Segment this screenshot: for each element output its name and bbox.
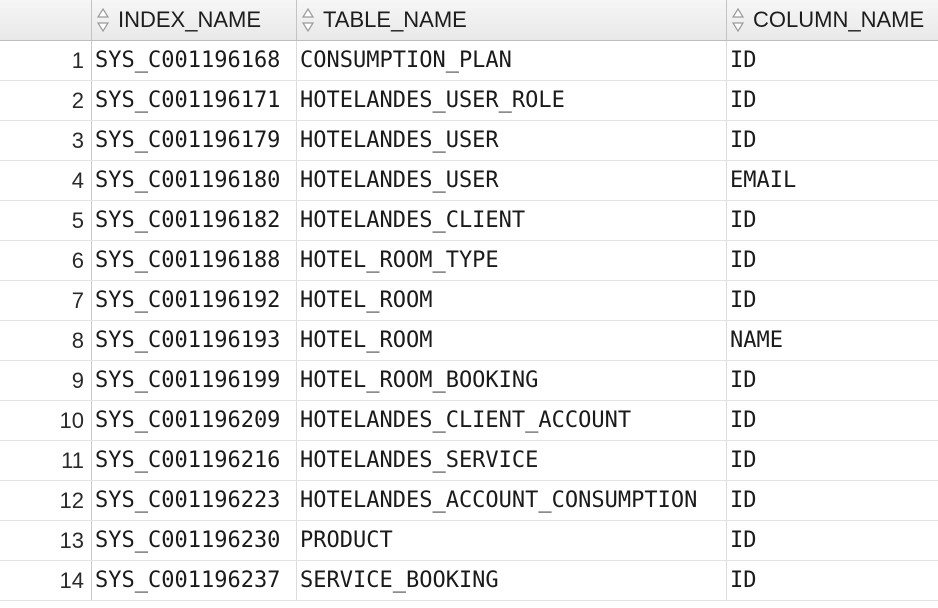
table-row[interactable]: 10 SYS_C001196209 HOTELANDES_CLIENT_ACCO… [0, 401, 938, 441]
column-header-label: TABLE_NAME [323, 7, 467, 32]
row-number: 10 [0, 401, 92, 440]
table-name-cell[interactable]: HOTEL_ROOM_TYPE [297, 241, 727, 280]
index-name-cell[interactable]: SYS_C001196237 [92, 561, 297, 600]
row-number: 5 [0, 201, 92, 240]
index-name-cell[interactable]: SYS_C001196188 [92, 241, 297, 280]
sort-icon[interactable] [301, 7, 315, 33]
row-number-header [0, 0, 92, 40]
grid-rows: 1 SYS_C001196168 CONSUMPTION_PLAN ID 2 S… [0, 41, 938, 601]
table-row[interactable]: 5 SYS_C001196182 HOTELANDES_CLIENT ID [0, 201, 938, 241]
table-row[interactable]: 1 SYS_C001196168 CONSUMPTION_PLAN ID [0, 41, 938, 81]
table-row[interactable]: 2 SYS_C001196171 HOTELANDES_USER_ROLE ID [0, 81, 938, 121]
row-number: 6 [0, 241, 92, 280]
row-number: 1 [0, 41, 92, 80]
row-number: 3 [0, 121, 92, 160]
table-name-cell[interactable]: HOTELANDES_ACCOUNT_CONSUMPTION [297, 481, 727, 520]
column-name-cell[interactable]: ID [727, 121, 938, 160]
column-name-cell[interactable]: ID [727, 201, 938, 240]
column-header-column-name[interactable]: COLUMN_NAME [727, 0, 938, 40]
sort-icon[interactable] [731, 7, 745, 33]
column-name-cell[interactable]: ID [727, 441, 938, 480]
index-name-cell[interactable]: SYS_C001196193 [92, 321, 297, 360]
column-header-index-name[interactable]: INDEX_NAME [92, 0, 297, 40]
index-name-cell[interactable]: SYS_C001196182 [92, 201, 297, 240]
column-name-cell[interactable]: EMAIL [727, 161, 938, 200]
row-number: 7 [0, 281, 92, 320]
column-name-cell[interactable]: ID [727, 281, 938, 320]
row-number: 4 [0, 161, 92, 200]
index-name-cell[interactable]: SYS_C001196230 [92, 521, 297, 560]
table-row[interactable]: 14 SYS_C001196237 SERVICE_BOOKING ID [0, 561, 938, 601]
sort-icon[interactable] [96, 7, 110, 33]
table-name-cell[interactable]: HOTELANDES_CLIENT [297, 201, 727, 240]
column-header-table-name[interactable]: TABLE_NAME [297, 0, 727, 40]
table-name-cell[interactable]: HOTEL_ROOM_BOOKING [297, 361, 727, 400]
row-number: 13 [0, 521, 92, 560]
index-name-cell[interactable]: SYS_C001196209 [92, 401, 297, 440]
column-name-cell[interactable]: ID [727, 81, 938, 120]
index-name-cell[interactable]: SYS_C001196171 [92, 81, 297, 120]
index-name-cell[interactable]: SYS_C001196168 [92, 41, 297, 80]
column-name-cell[interactable]: ID [727, 481, 938, 520]
column-name-cell[interactable]: ID [727, 401, 938, 440]
table-row[interactable]: 8 SYS_C001196193 HOTEL_ROOM NAME [0, 321, 938, 361]
table-name-cell[interactable]: HOTELANDES_USER [297, 121, 727, 160]
index-name-cell[interactable]: SYS_C001196179 [92, 121, 297, 160]
table-name-cell[interactable]: PRODUCT [297, 521, 727, 560]
row-number: 2 [0, 81, 92, 120]
table-name-cell[interactable]: HOTELANDES_CLIENT_ACCOUNT [297, 401, 727, 440]
table-row[interactable]: 4 SYS_C001196180 HOTELANDES_USER EMAIL [0, 161, 938, 201]
table-row[interactable]: 12 SYS_C001196223 HOTELANDES_ACCOUNT_CON… [0, 481, 938, 521]
column-name-cell[interactable]: ID [727, 361, 938, 400]
column-name-cell[interactable]: NAME [727, 321, 938, 360]
table-row[interactable]: 7 SYS_C001196192 HOTEL_ROOM ID [0, 281, 938, 321]
table-name-cell[interactable]: SERVICE_BOOKING [297, 561, 727, 600]
row-number: 8 [0, 321, 92, 360]
index-name-cell[interactable]: SYS_C001196180 [92, 161, 297, 200]
results-grid: INDEX_NAME TABLE_NAME COLUMN_NAME 1 SYS_… [0, 0, 938, 608]
table-name-cell[interactable]: HOTEL_ROOM [297, 321, 727, 360]
table-row[interactable]: 11 SYS_C001196216 HOTELANDES_SERVICE ID [0, 441, 938, 481]
table-row[interactable]: 13 SYS_C001196230 PRODUCT ID [0, 521, 938, 561]
table-name-cell[interactable]: HOTELANDES_USER_ROLE [297, 81, 727, 120]
index-name-cell[interactable]: SYS_C001196199 [92, 361, 297, 400]
row-number: 11 [0, 441, 92, 480]
table-row[interactable]: 9 SYS_C001196199 HOTEL_ROOM_BOOKING ID [0, 361, 938, 401]
table-row[interactable]: 6 SYS_C001196188 HOTEL_ROOM_TYPE ID [0, 241, 938, 281]
column-header-label: INDEX_NAME [118, 7, 262, 32]
column-header-label: COLUMN_NAME [753, 7, 925, 32]
row-number: 9 [0, 361, 92, 400]
table-name-cell[interactable]: HOTELANDES_USER [297, 161, 727, 200]
table-name-cell[interactable]: CONSUMPTION_PLAN [297, 41, 727, 80]
table-name-cell[interactable]: HOTELANDES_SERVICE [297, 441, 727, 480]
table-name-cell[interactable]: HOTEL_ROOM [297, 281, 727, 320]
column-name-cell[interactable]: ID [727, 41, 938, 80]
column-name-cell[interactable]: ID [727, 241, 938, 280]
index-name-cell[interactable]: SYS_C001196216 [92, 441, 297, 480]
index-name-cell[interactable]: SYS_C001196192 [92, 281, 297, 320]
index-name-cell[interactable]: SYS_C001196223 [92, 481, 297, 520]
grid-header: INDEX_NAME TABLE_NAME COLUMN_NAME [0, 0, 938, 41]
row-number: 14 [0, 561, 92, 600]
column-name-cell[interactable]: ID [727, 561, 938, 600]
column-name-cell[interactable]: ID [727, 521, 938, 560]
row-number: 12 [0, 481, 92, 520]
table-row[interactable]: 3 SYS_C001196179 HOTELANDES_USER ID [0, 121, 938, 161]
